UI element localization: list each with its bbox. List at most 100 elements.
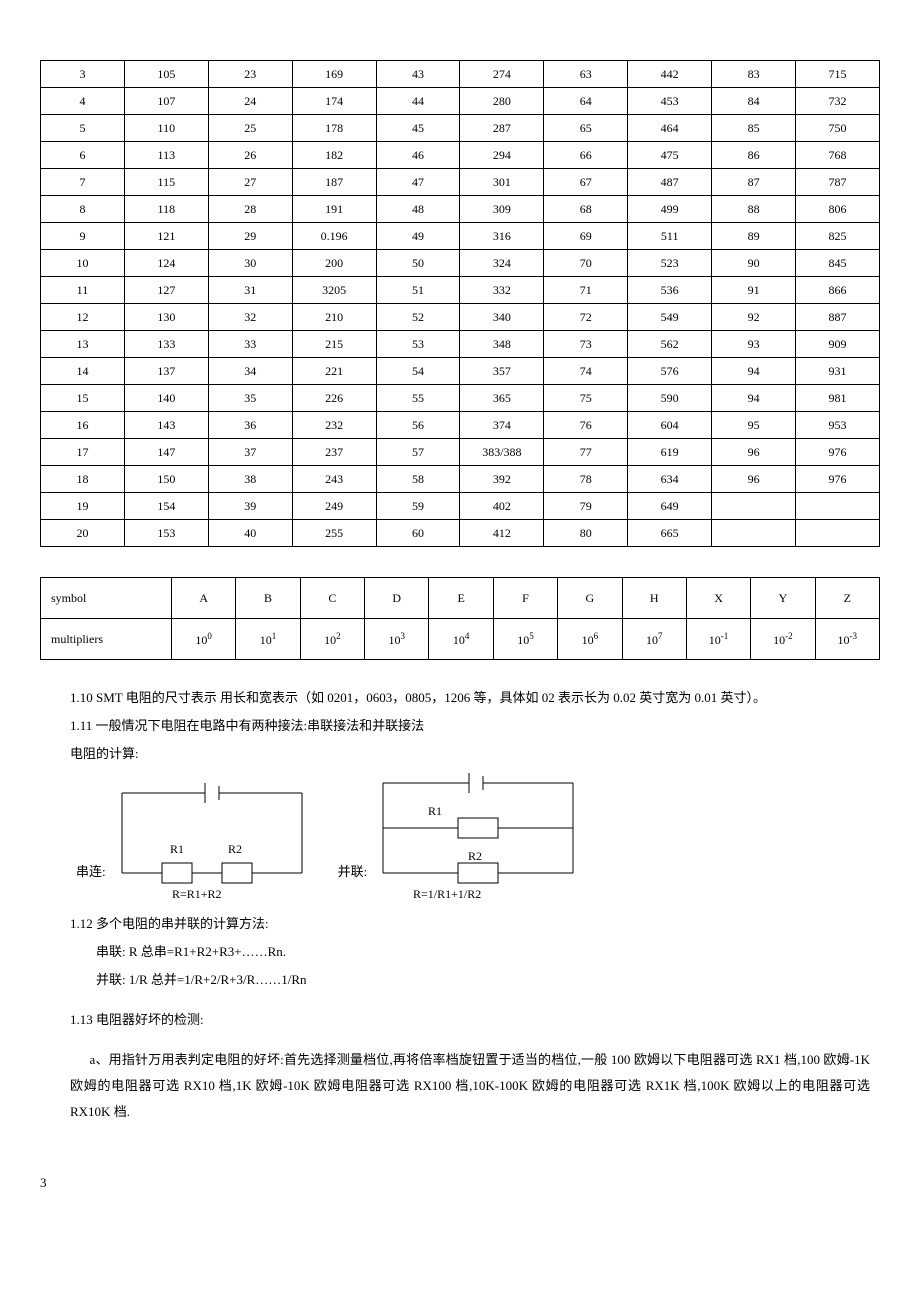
table-cell: 80 <box>544 520 628 547</box>
table-cell: 40 <box>208 520 292 547</box>
table-cell: 953 <box>796 412 880 439</box>
table-cell: 806 <box>796 196 880 223</box>
table-cell: 60 <box>376 520 460 547</box>
table-cell: 13 <box>41 331 125 358</box>
table-cell: 549 <box>628 304 712 331</box>
table-cell: 4 <box>41 88 125 115</box>
table-cell: 402 <box>460 493 544 520</box>
table-cell: 383/388 <box>460 439 544 466</box>
table-cell: 15 <box>41 385 125 412</box>
parallel-circuit-icon: R1 R2 R=1/R1+1/R2 <box>373 773 583 903</box>
table-cell: 59 <box>376 493 460 520</box>
table-cell: 66 <box>544 142 628 169</box>
table-cell: 18 <box>41 466 125 493</box>
table-cell: 28 <box>208 196 292 223</box>
table-cell: 78 <box>544 466 628 493</box>
table-cell: 523 <box>628 250 712 277</box>
table-cell: 20 <box>41 520 125 547</box>
table-cell: 44 <box>376 88 460 115</box>
table-cell: 732 <box>796 88 880 115</box>
table-cell: 787 <box>796 169 880 196</box>
table-cell: 442 <box>628 61 712 88</box>
table-cell: 215 <box>292 331 376 358</box>
multiplier-table: symbol ABCDEFGHXYZ multipliers 100101102… <box>40 577 880 660</box>
table-cell: 76 <box>544 412 628 439</box>
table-cell: 55 <box>376 385 460 412</box>
table-cell: 182 <box>292 142 376 169</box>
section-1-12: 1.12 多个电阻的串并联的计算方法: <box>70 911 870 937</box>
parallel-formula: R=1/R1+1/R2 <box>413 887 481 901</box>
table-cell: 88 <box>712 196 796 223</box>
series-formula: R=R1+R2 <box>172 887 222 901</box>
table-cell: 16 <box>41 412 125 439</box>
table-cell: 140 <box>124 385 208 412</box>
symbol-cell: H <box>622 578 686 619</box>
table-cell: 301 <box>460 169 544 196</box>
section-1-11: 1.11 一般情况下电阻在电路中有两种接法:串联接法和并联接法 <box>70 713 870 739</box>
symbol-cell: C <box>300 578 364 619</box>
table-cell: 909 <box>796 331 880 358</box>
table-cell: 154 <box>124 493 208 520</box>
table-cell: 475 <box>628 142 712 169</box>
table-cell: 10 <box>41 250 125 277</box>
table-cell: 35 <box>208 385 292 412</box>
series-circuit-icon: R1 R2 R=R1+R2 <box>112 783 312 903</box>
table-cell: 12 <box>41 304 125 331</box>
resistance-code-table: 3105231694327463442837154107241744428064… <box>40 60 880 547</box>
table-cell: 178 <box>292 115 376 142</box>
parallel-label: 并联: <box>332 859 374 903</box>
table-cell: 825 <box>796 223 880 250</box>
table-cell: 49 <box>376 223 460 250</box>
table-cell: 84 <box>712 88 796 115</box>
table-cell: 715 <box>796 61 880 88</box>
table-cell: 91 <box>712 277 796 304</box>
symbol-cell: A <box>172 578 236 619</box>
table-cell: 64 <box>544 88 628 115</box>
table-cell: 649 <box>628 493 712 520</box>
table-cell: 96 <box>712 466 796 493</box>
table-cell: 50 <box>376 250 460 277</box>
table-cell: 92 <box>712 304 796 331</box>
table-cell: 464 <box>628 115 712 142</box>
table-cell <box>796 493 880 520</box>
table-row: 1514035226553657559094981 <box>41 385 880 412</box>
parallel-r1-label: R1 <box>428 804 442 818</box>
table-cell: 11 <box>41 277 125 304</box>
table-cell: 150 <box>124 466 208 493</box>
page-number: 3 <box>40 1175 880 1191</box>
table-cell: 665 <box>628 520 712 547</box>
series-r2-label: R2 <box>228 842 242 856</box>
table-cell: 412 <box>460 520 544 547</box>
table-cell: 38 <box>208 466 292 493</box>
table-cell: 47 <box>376 169 460 196</box>
table-cell: 87 <box>712 169 796 196</box>
table-cell: 0.196 <box>292 223 376 250</box>
table-row: 1012430200503247052390845 <box>41 250 880 277</box>
table-cell: 54 <box>376 358 460 385</box>
multiplier-cell: 103 <box>365 619 429 660</box>
table-cell: 137 <box>124 358 208 385</box>
table-row: 310523169432746344283715 <box>41 61 880 88</box>
table-cell: 65 <box>544 115 628 142</box>
table-cell: 309 <box>460 196 544 223</box>
table-cell: 237 <box>292 439 376 466</box>
table-cell: 43 <box>376 61 460 88</box>
table-cell: 70 <box>544 250 628 277</box>
table-cell: 340 <box>460 304 544 331</box>
table-cell: 133 <box>124 331 208 358</box>
multiplier-cell: 104 <box>429 619 493 660</box>
table-cell: 31 <box>208 277 292 304</box>
table-cell: 57 <box>376 439 460 466</box>
table-cell: 348 <box>460 331 544 358</box>
table-cell: 95 <box>712 412 796 439</box>
table-cell: 750 <box>796 115 880 142</box>
section-1-10: 1.10 SMT 电阻的尺寸表示 用长和宽表示（如 0201，0603，0805… <box>70 685 870 711</box>
table-cell: 324 <box>460 250 544 277</box>
section-1-13-a: a、用指针万用表判定电阻的好坏:首先选择测量档位,再将倍率档旋钮置于适当的档位,… <box>70 1047 870 1125</box>
table-cell: 68 <box>544 196 628 223</box>
table-row: 9121290.196493166951189825 <box>41 223 880 250</box>
table-cell: 72 <box>544 304 628 331</box>
table-cell: 34 <box>208 358 292 385</box>
table-row: 1413734221543577457694931 <box>41 358 880 385</box>
table-cell: 392 <box>460 466 544 493</box>
